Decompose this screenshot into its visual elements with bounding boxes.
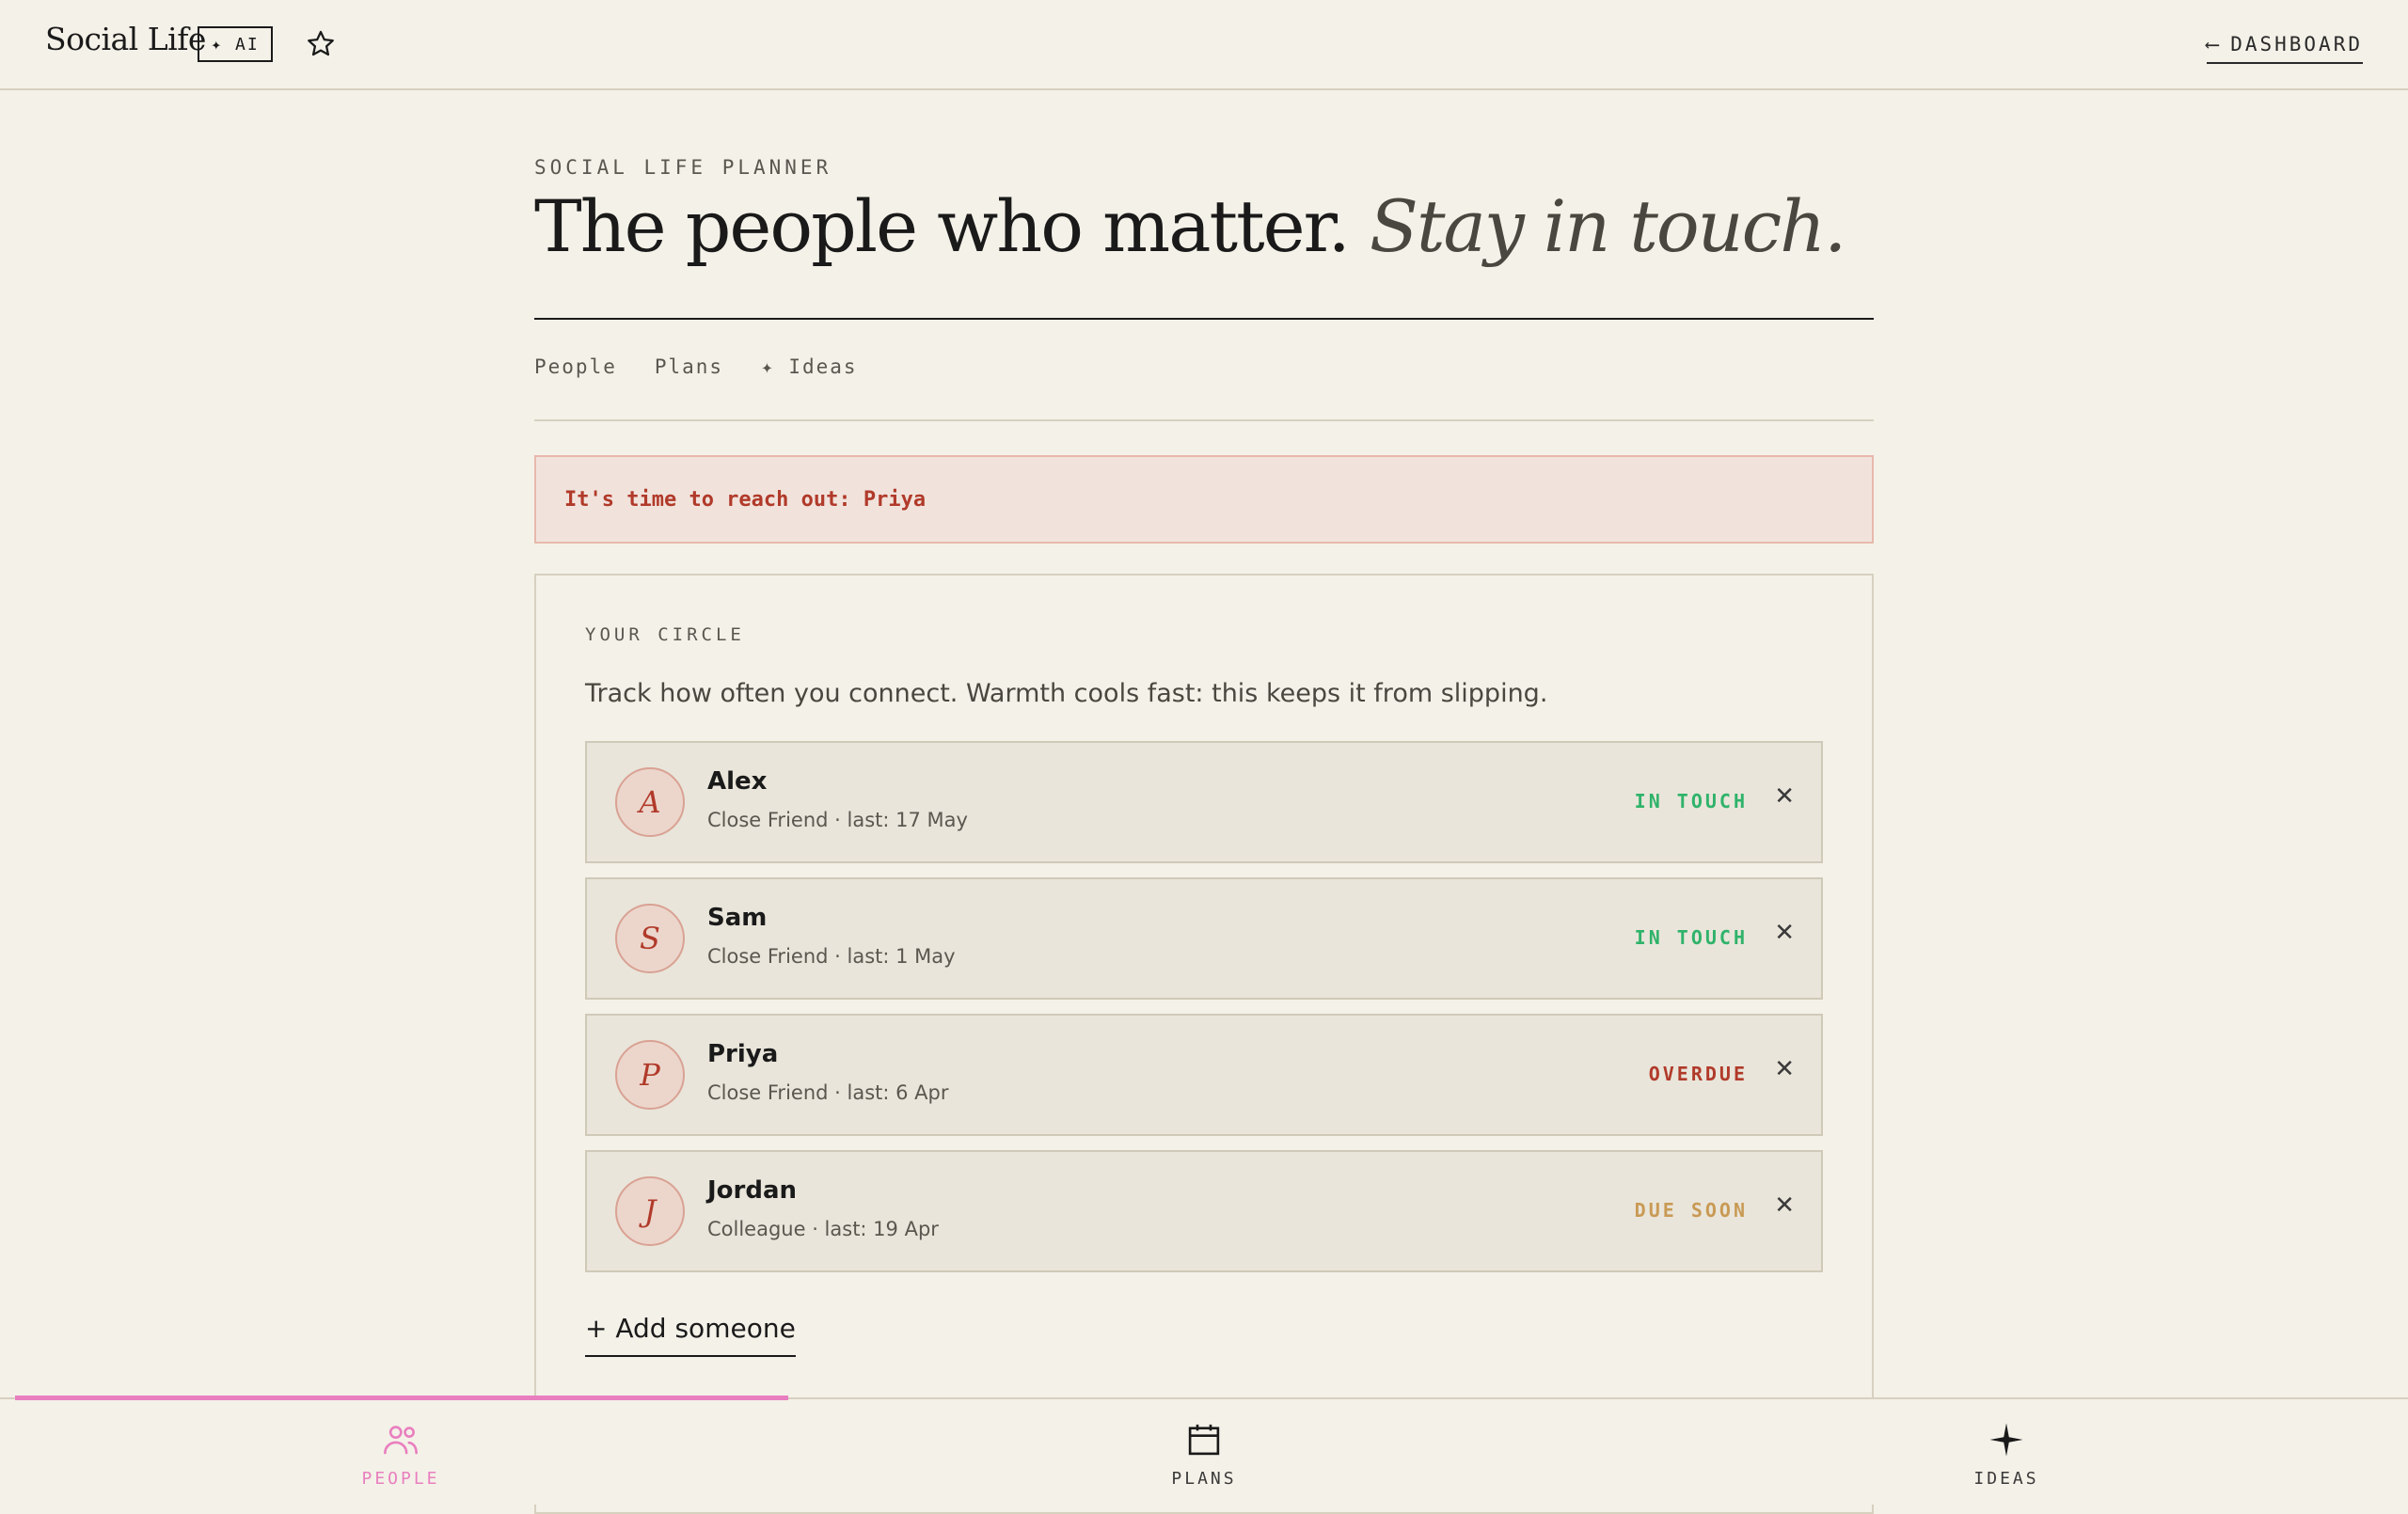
avatar: J [615,1176,685,1246]
status-badge: DUE SOON [1634,1199,1748,1222]
star-outline-icon [308,30,334,56]
calendar-icon [1188,1424,1220,1456]
divider [534,318,1874,320]
divider [534,419,1874,421]
avatar: S [615,904,685,973]
sparkle-icon [1989,1423,2023,1457]
nav-ideas-label: IDEAS [1973,1469,2039,1489]
section-description: Track how often you connect. Warmth cool… [585,679,1548,708]
remove-icon[interactable]: ✕ [1774,919,1795,947]
section-label: YOUR CIRCLE [585,624,745,645]
dashboard-link[interactable]: ⟵ DASHBOARD [2206,26,2363,64]
person-name: Alex [707,767,768,796]
status-badge: IN TOUCH [1634,790,1748,812]
remove-icon[interactable]: ✕ [1774,782,1795,811]
person-meta: Close Friend · last: 17 May [707,809,968,831]
headline-main: The people who matter. [534,184,1351,268]
tab-ideas[interactable]: ✦ Ideas [761,355,858,378]
arrow-left-icon: ⟵ [2206,33,2222,55]
circle-card: YOUR CIRCLE Track how often you connect.… [534,574,1874,1514]
tab-people[interactable]: People [534,355,617,378]
remove-icon[interactable]: ✕ [1774,1055,1795,1083]
nav-people[interactable]: PEOPLE [260,1420,542,1489]
person-name: Priya [707,1040,779,1068]
bottom-nav: PEOPLE PLANS IDEAS [0,1396,2408,1505]
people-icon [384,1426,418,1455]
nav-ideas[interactable]: IDEAS [1865,1420,2147,1489]
person-meta: Close Friend · last: 1 May [707,945,956,968]
page-title: The people who matter. Stay in touch. [534,184,1846,268]
active-tab-indicator [15,1396,788,1400]
person-name: Jordan [707,1176,798,1205]
person-row[interactable]: S Sam Close Friend · last: 1 May IN TOUC… [585,877,1823,1000]
person-row[interactable]: J Jordan Colleague · last: 19 Apr DUE SO… [585,1150,1823,1272]
app-title: Social Life [45,21,206,57]
nav-plans[interactable]: PLANS [1063,1420,1345,1489]
person-meta: Close Friend · last: 6 Apr [707,1081,949,1104]
ai-badge[interactable]: ✦ AI [198,26,273,62]
status-badge: OVERDUE [1648,1063,1748,1085]
person-meta: Colleague · last: 19 Apr [707,1218,939,1240]
reach-out-alert: It's time to reach out: Priya [534,455,1874,544]
favorite-button[interactable] [305,28,337,60]
add-someone-button[interactable]: + Add someone [585,1313,796,1357]
avatar: A [615,767,685,837]
tab-bar: People Plans ✦ Ideas [534,355,858,378]
remove-icon[interactable]: ✕ [1774,1191,1795,1220]
nav-plans-label: PLANS [1171,1469,1237,1489]
person-row[interactable]: P Priya Close Friend · last: 6 Apr OVERD… [585,1014,1823,1136]
nav-people-label: PEOPLE [361,1469,440,1489]
tab-plans[interactable]: Plans [655,355,723,378]
headline-italic: Stay in touch. [1369,184,1846,268]
dashboard-label: DASHBOARD [2230,33,2363,55]
page-eyebrow: SOCIAL LIFE PLANNER [534,156,832,179]
top-bar: Social Life ✦ AI ⟵ DASHBOARD [0,0,2408,90]
avatar: P [615,1040,685,1110]
person-row[interactable]: A Alex Close Friend · last: 17 May IN TO… [585,741,1823,863]
status-badge: IN TOUCH [1634,926,1748,949]
person-name: Sam [707,904,768,932]
